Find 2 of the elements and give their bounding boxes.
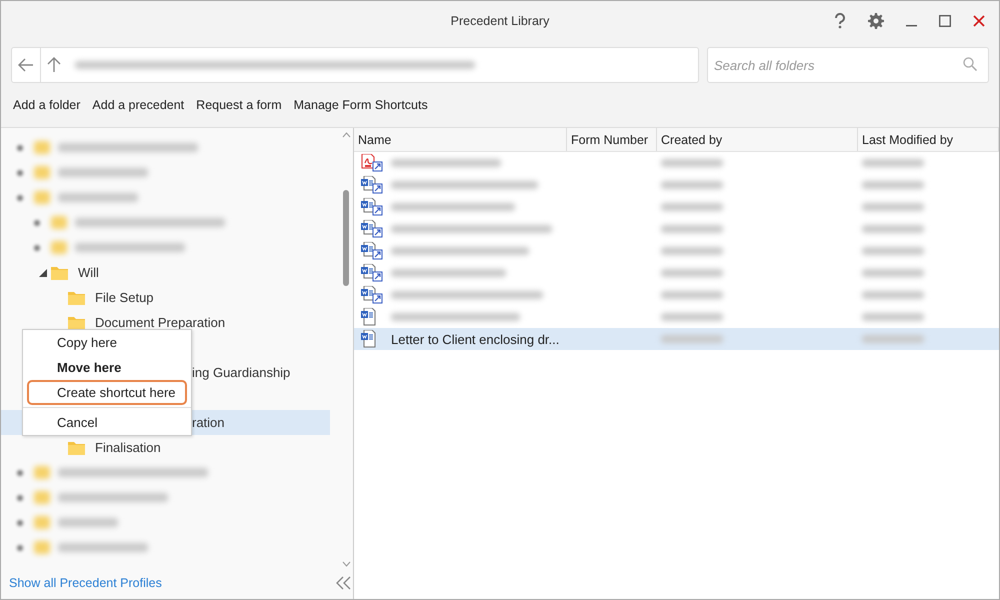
window-title: Precedent Library: [450, 14, 550, 28]
file-name: Letter to Client enclosing dr...: [391, 332, 560, 346]
